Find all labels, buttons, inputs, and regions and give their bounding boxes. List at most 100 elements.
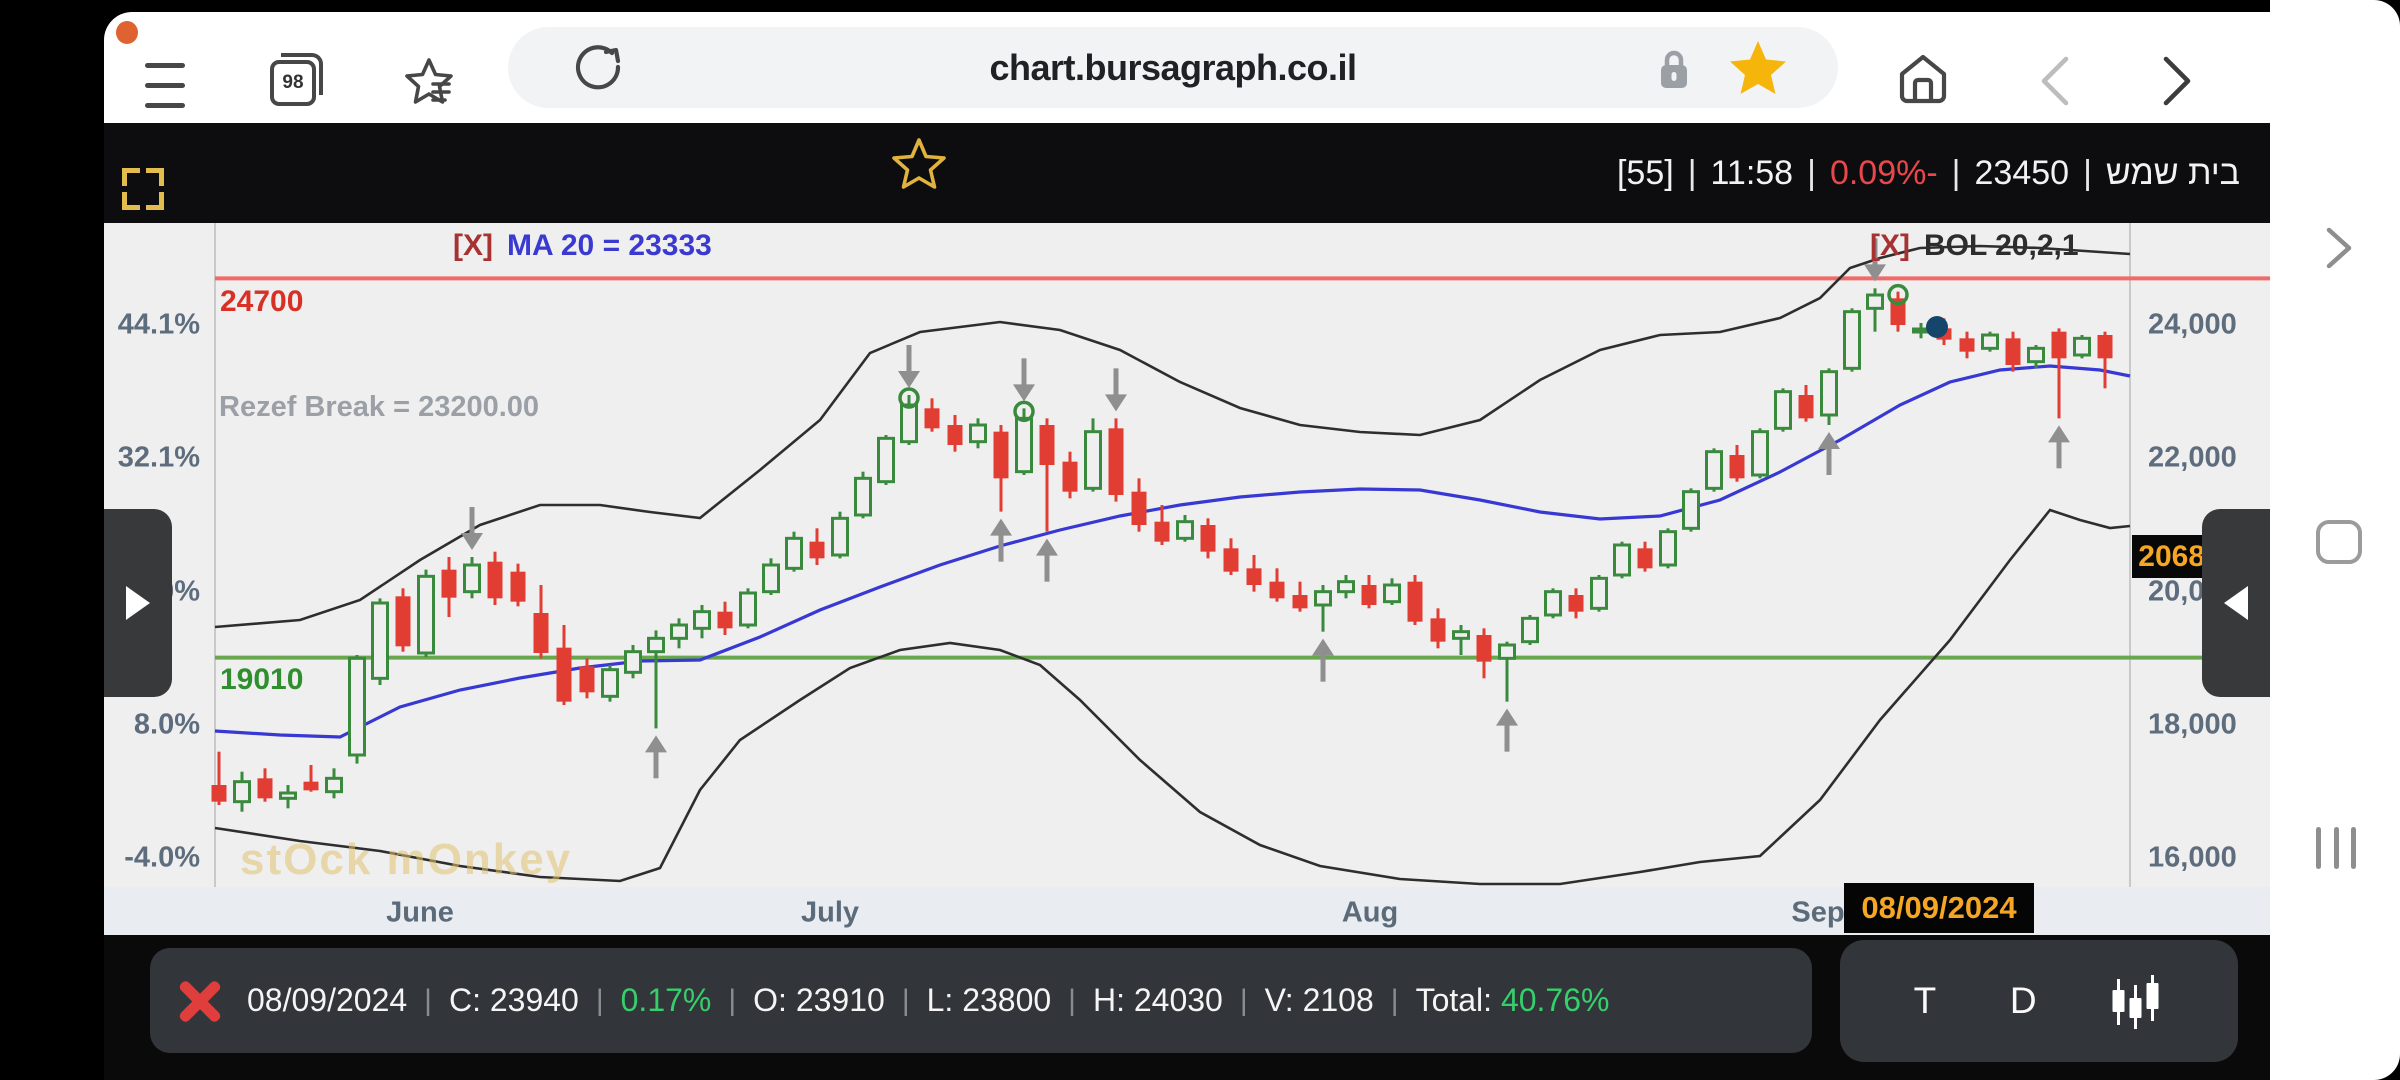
nav-home-icon[interactable] bbox=[2316, 520, 2362, 564]
candle bbox=[603, 670, 618, 697]
bol-indicator-label[interactable]: [X]BOL 20,2,1 bbox=[1870, 229, 2079, 263]
android-nav-bar bbox=[2270, 0, 2400, 1080]
watchlist-star-icon[interactable] bbox=[891, 135, 947, 191]
candle bbox=[1178, 522, 1193, 539]
candle bbox=[442, 570, 457, 598]
nav-recents-icon[interactable] bbox=[2316, 827, 2356, 869]
candle bbox=[2006, 338, 2021, 365]
candle bbox=[396, 596, 411, 646]
candle bbox=[626, 652, 641, 673]
ohlc-field: C: 23940 bbox=[449, 982, 579, 1019]
candle bbox=[1339, 582, 1354, 592]
candle bbox=[1017, 418, 1032, 471]
candle bbox=[1224, 548, 1239, 571]
ticker-header: [55]|11:58|0.09%-|23450|בית שמש bbox=[104, 123, 2270, 223]
month-label: June bbox=[386, 897, 454, 930]
candle bbox=[557, 648, 572, 702]
price-tick: 24,000 bbox=[2148, 309, 2237, 342]
candle bbox=[1270, 582, 1285, 599]
address-bar[interactable]: chart.bursagraph.co.il bbox=[508, 27, 1838, 108]
candle bbox=[787, 538, 802, 568]
candle bbox=[1109, 428, 1124, 495]
candle bbox=[1661, 532, 1676, 565]
candle bbox=[1822, 372, 1837, 415]
ticker-field: [55] bbox=[1617, 154, 1674, 193]
candle bbox=[1546, 592, 1561, 615]
selected-candle-dot bbox=[1926, 316, 1948, 338]
candle bbox=[1385, 585, 1400, 602]
candle bbox=[1477, 635, 1492, 662]
candle bbox=[465, 565, 480, 592]
tabs-count-button[interactable]: 98 bbox=[270, 60, 316, 106]
ma-indicator-label[interactable]: [X]MA 20 = 23333 bbox=[453, 229, 712, 263]
expand-left-icon bbox=[2224, 586, 2248, 620]
candle bbox=[1776, 392, 1791, 429]
price-tick: 16,000 bbox=[2148, 842, 2237, 875]
signal-arrows bbox=[461, 238, 2070, 778]
candle bbox=[2075, 338, 2090, 355]
candle bbox=[258, 778, 273, 798]
candle bbox=[1707, 452, 1722, 489]
candle bbox=[902, 405, 917, 442]
candle bbox=[1155, 522, 1170, 542]
candle bbox=[2052, 332, 2067, 359]
candle bbox=[649, 638, 664, 651]
expand-right-icon bbox=[126, 586, 150, 620]
lock-icon bbox=[1656, 46, 1692, 92]
candle bbox=[994, 432, 1009, 479]
candle bbox=[1201, 525, 1216, 552]
candle bbox=[1454, 632, 1469, 639]
candle bbox=[1845, 312, 1860, 369]
candle bbox=[1799, 395, 1814, 418]
month-label: July bbox=[801, 897, 859, 930]
browser-toolbar: 98 chart.bursagraph.co.il bbox=[104, 12, 2270, 123]
candle bbox=[1684, 492, 1699, 529]
percent-tick: 44.1% bbox=[118, 309, 200, 342]
candle bbox=[327, 778, 342, 791]
menu-icon[interactable] bbox=[145, 63, 185, 109]
candle bbox=[1523, 618, 1538, 641]
candle bbox=[304, 782, 319, 791]
bookmarks-icon[interactable] bbox=[400, 54, 458, 112]
candle bbox=[534, 613, 549, 653]
resistance-line-label: 24700 bbox=[220, 285, 303, 319]
candle bbox=[2029, 348, 2044, 361]
timeframe-d-button[interactable]: D bbox=[2010, 980, 2037, 1022]
chart-area[interactable]: [X]MA 20 = 23333 [X]BOL 20,2,1 24700 190… bbox=[104, 223, 2270, 935]
percent-tick: 32.1% bbox=[118, 442, 200, 475]
candle bbox=[1569, 595, 1584, 612]
ohlc-field: O: 23910 bbox=[753, 982, 885, 1019]
bol-remove-button[interactable]: [X] bbox=[1870, 229, 1910, 262]
browser-forward-icon[interactable] bbox=[2156, 54, 2198, 108]
close-crosshair-icon[interactable] bbox=[176, 977, 224, 1025]
candle bbox=[419, 576, 434, 653]
timeframe-t-button[interactable]: T bbox=[1914, 980, 1937, 1022]
left-panel-handle[interactable] bbox=[104, 509, 172, 697]
month-label: Aug bbox=[1342, 897, 1398, 930]
ohlc-field: 08/09/2024 bbox=[247, 982, 407, 1019]
fullscreen-icon[interactable] bbox=[122, 168, 164, 210]
url-text[interactable]: chart.bursagraph.co.il bbox=[508, 27, 1838, 108]
candle bbox=[718, 612, 733, 629]
candle bbox=[1983, 335, 1998, 348]
candle bbox=[672, 625, 687, 638]
browser-back-icon[interactable] bbox=[2034, 54, 2076, 108]
right-panel-handle[interactable] bbox=[2202, 509, 2270, 697]
home-icon[interactable] bbox=[1894, 50, 1952, 108]
camera-indicator-dot bbox=[116, 21, 138, 44]
ticker-field: 0.09%- bbox=[1830, 154, 1938, 193]
chart-type-candles-icon[interactable] bbox=[2110, 971, 2164, 1031]
candle bbox=[879, 438, 894, 481]
ohlc-field: L: 23800 bbox=[927, 982, 1052, 1019]
percent-tick: -4.0% bbox=[124, 842, 200, 875]
favorite-star-icon[interactable] bbox=[1726, 35, 1790, 99]
candle bbox=[695, 612, 710, 629]
candle bbox=[281, 793, 296, 798]
month-label: Sep bbox=[1791, 897, 1844, 930]
candle bbox=[833, 518, 848, 555]
candle bbox=[580, 666, 595, 692]
candlestick-chart[interactable] bbox=[104, 223, 2270, 935]
ma-remove-button[interactable]: [X] bbox=[453, 229, 493, 262]
nav-back-icon[interactable] bbox=[2324, 226, 2354, 270]
candle bbox=[1753, 432, 1768, 475]
